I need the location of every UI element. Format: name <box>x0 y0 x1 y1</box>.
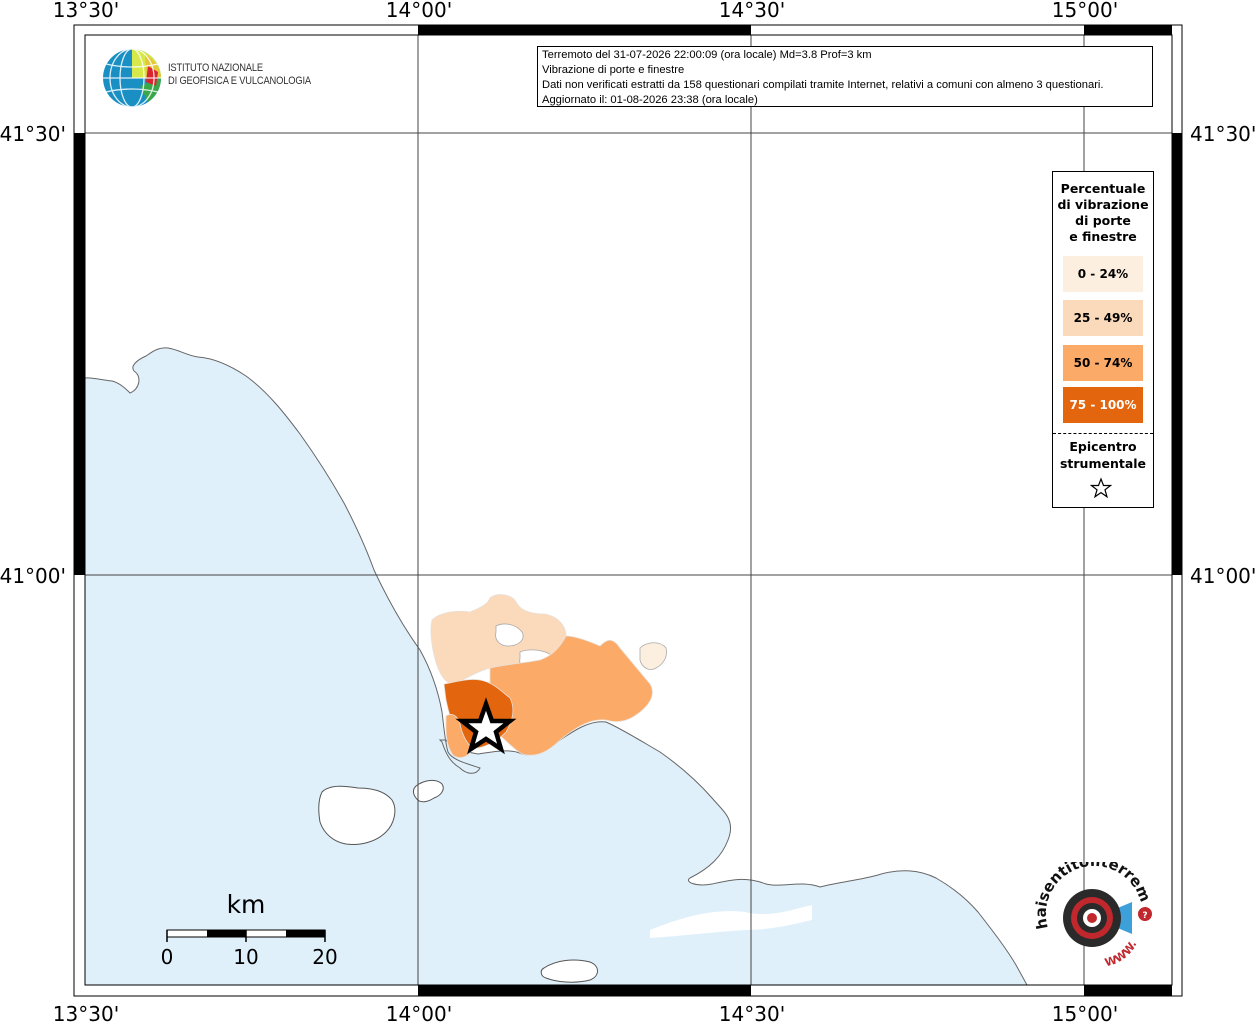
ingv-globe-icon <box>103 48 161 108</box>
left-coord: 41°30' <box>0 122 66 146</box>
info-event: Terremoto del 31-07-2026 22:00:09 (ora l… <box>542 49 872 61</box>
top-coord: 15°00' <box>1052 0 1118 22</box>
legend-title: Percentuale di vibrazione di porte e fin… <box>1053 181 1153 245</box>
hst-logo: haisentitoilterremoto.it WWW. ? <box>1027 848 1164 980</box>
info-parameter: Vibrazione di porte e finestre <box>542 64 685 76</box>
legend-title-line: di vibrazione <box>1057 197 1149 212</box>
epicentre-label-line: strumentale <box>1059 456 1147 471</box>
hst-www: WWW. <box>1103 939 1139 970</box>
info-updated: Aggiornato il: 01-08-2026 23:38 (ora loc… <box>542 94 758 106</box>
top-coord: 13°30' <box>53 0 119 22</box>
ingv-line2: DI GEOFISICA E VULCANOLOGIA <box>168 75 311 87</box>
bottom-coord: 14°30' <box>719 1002 785 1024</box>
legend-item: 50 - 74% <box>1063 345 1143 381</box>
legend-item: 0 - 24% <box>1063 256 1143 292</box>
svg-text:?: ? <box>1142 911 1147 921</box>
legend-title-line: Percentuale <box>1060 181 1146 196</box>
legend-title-line: e finestre <box>1069 229 1137 244</box>
bottom-coord: 15°00' <box>1052 1002 1118 1024</box>
epicentre-label-line: Epicentro <box>1069 439 1137 454</box>
left-coord: 41°00' <box>0 564 66 588</box>
scale-unit: km <box>227 890 266 919</box>
legend-star-icon <box>1090 477 1112 499</box>
right-coord: 41°30' <box>1190 122 1255 146</box>
hst-logo-graphic: haisentitoilterremoto.it WWW. ? <box>1027 848 1155 970</box>
scale-tick: 20 <box>312 945 337 969</box>
ingv-logo: ISTITUTO NAZIONALE DI GEOFISICA E VULCAN… <box>100 46 330 112</box>
info-source: Dati non verificati estratti da 158 ques… <box>542 79 1104 91</box>
scale-tick: 10 <box>233 945 258 969</box>
right-coord: 41°00' <box>1190 564 1255 588</box>
legend-item: 75 - 100% <box>1063 387 1143 423</box>
legend-separator <box>1053 433 1153 434</box>
legend-title-line: di porte <box>1075 213 1131 228</box>
top-coord: 14°30' <box>719 0 785 22</box>
legend-item: 25 - 49% <box>1063 300 1143 336</box>
bottom-coord: 13°30' <box>53 1002 119 1024</box>
top-coord: 14°00' <box>386 0 452 22</box>
ingv-line1: ISTITUTO NAZIONALE <box>168 62 263 74</box>
bottom-coord: 14°00' <box>386 1002 452 1024</box>
epicentre-label: Epicentro strumentale <box>1053 438 1153 472</box>
ingv-name: ISTITUTO NAZIONALE DI GEOFISICA E VULCAN… <box>168 62 311 88</box>
earthquake-info-box: Terremoto del 31-07-2026 22:00:09 (ora l… <box>537 46 1153 107</box>
legend: Percentuale di vibrazione di porte e fin… <box>1052 171 1154 508</box>
scale-tick: 0 <box>161 945 174 969</box>
